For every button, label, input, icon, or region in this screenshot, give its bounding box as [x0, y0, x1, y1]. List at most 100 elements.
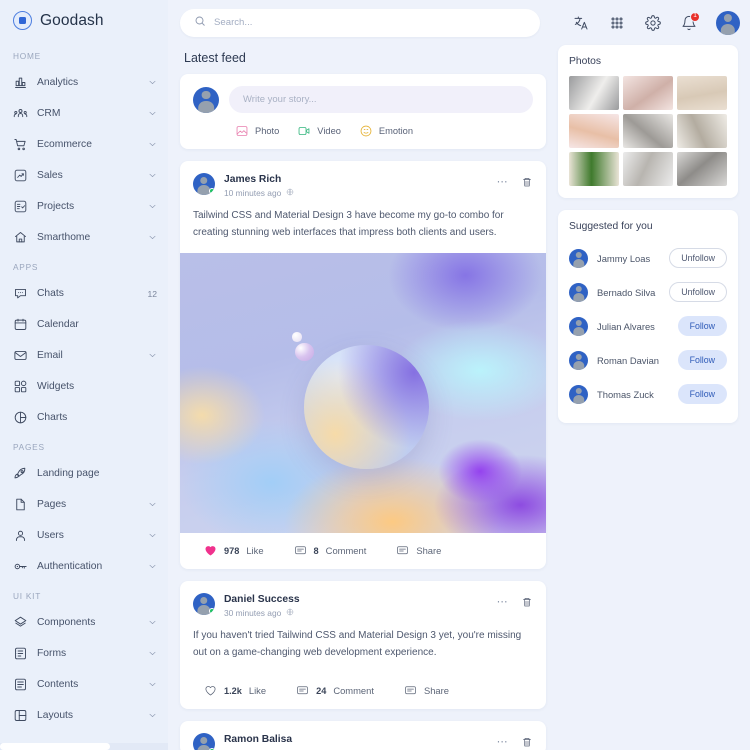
bell-icon[interactable]: 1 — [676, 10, 702, 36]
sidebar-item-widgets[interactable]: Widgets — [0, 371, 168, 402]
sidebar-item-crm[interactable]: CRM — [0, 98, 168, 129]
sidebar-item-contents[interactable]: Contents — [0, 669, 168, 700]
composer-action-video[interactable]: Video — [297, 124, 341, 138]
sidebar-item-email[interactable]: Email — [0, 340, 168, 371]
photos-title: Photos — [569, 56, 602, 67]
main-area: 1 Latest feed Photo Video Emotion James Ri… — [168, 0, 750, 750]
sidebar-scroll-area[interactable]: Goodash HOME Analytics CRM Ecommerce Sales Pr… — [0, 0, 168, 742]
chevron-down-icon[interactable] — [148, 649, 157, 658]
suggested-user-avatar[interactable] — [569, 248, 588, 268]
sidebar-item-layouts[interactable]: Layouts — [0, 700, 168, 731]
suggested-user-avatar[interactable] — [569, 316, 588, 336]
chevron-down-icon[interactable] — [148, 233, 157, 242]
post-more-button[interactable]: ⋯ — [497, 177, 509, 188]
trash-icon[interactable] — [521, 176, 533, 188]
avatar[interactable] — [716, 10, 740, 35]
apps-grid-icon[interactable] — [604, 10, 630, 36]
chevron-down-icon[interactable] — [148, 562, 157, 571]
sidebar-item-label: Ecommerce — [37, 139, 92, 150]
sidebar-item-authentication[interactable]: Authentication — [0, 551, 168, 582]
suggested-user-avatar[interactable] — [569, 282, 588, 302]
photo-thumbnail[interactable] — [623, 152, 673, 186]
unfollow-button[interactable]: Unfollow — [669, 282, 727, 302]
sidebar-item-calendar[interactable]: Calendar — [0, 309, 168, 340]
post-action-count: 8 — [313, 545, 319, 556]
trash-icon[interactable] — [521, 596, 533, 608]
post-author-avatar[interactable] — [193, 733, 215, 750]
chevron-down-icon[interactable] — [148, 500, 157, 509]
sidebar-item-charts[interactable]: Charts — [0, 402, 168, 433]
pie-chart-icon — [13, 410, 28, 425]
post-more-button[interactable]: ⋯ — [497, 737, 509, 748]
sidebar-item-label: Landing page — [37, 468, 100, 479]
post-timestamp: 30 minutes ago — [224, 608, 488, 618]
sidebar: Goodash HOME Analytics CRM Ecommerce Sales Pr… — [0, 0, 168, 750]
chevron-down-icon[interactable] — [148, 711, 157, 720]
sidebar-item-label: Widgets — [37, 381, 75, 392]
chevron-down-icon[interactable] — [148, 140, 157, 149]
search-box[interactable] — [180, 8, 540, 37]
post-author-name: Ramon Balisa — [224, 734, 293, 745]
chevron-down-icon[interactable] — [148, 202, 157, 211]
chevron-down-icon[interactable] — [148, 531, 157, 540]
chevron-down-icon[interactable] — [148, 680, 157, 689]
post-more-button[interactable]: ⋯ — [497, 597, 509, 608]
sidebar-item-smarthome[interactable]: Smarthome — [0, 222, 168, 253]
post-author-avatar[interactable] — [193, 593, 215, 615]
translate-icon[interactable] — [568, 10, 594, 36]
photo-thumbnail[interactable] — [569, 114, 619, 148]
post-action-like[interactable]: 978 Like — [204, 544, 264, 557]
sidebar-item-ecommerce[interactable]: Ecommerce — [0, 129, 168, 160]
chevron-down-icon[interactable] — [148, 171, 157, 180]
sidebar-item-users[interactable]: Users — [0, 520, 168, 551]
photo-thumbnail[interactable] — [677, 114, 727, 148]
trash-icon[interactable] — [521, 736, 533, 748]
chevron-down-icon[interactable] — [148, 78, 157, 87]
post-action-comment[interactable]: 24 Comment — [296, 684, 374, 697]
follow-button[interactable]: Follow — [677, 350, 727, 370]
post-card: Daniel Success 30 minutes ago ⋯ If you have… — [180, 581, 546, 709]
composer-action-emotion[interactable]: Emotion — [359, 124, 413, 138]
follow-button[interactable]: Follow — [677, 316, 727, 336]
composer-input-wrap[interactable] — [229, 86, 533, 113]
sidebar-item-pages[interactable]: Pages — [0, 489, 168, 520]
post-author-avatar[interactable] — [193, 173, 215, 195]
sidebar-item-sales[interactable]: Sales — [0, 160, 168, 191]
story-input[interactable] — [243, 94, 519, 105]
chevron-down-icon[interactable] — [148, 618, 157, 627]
post-media[interactable] — [180, 253, 546, 533]
post-action-like[interactable]: 1.2k Like — [204, 684, 266, 697]
gear-icon[interactable] — [640, 10, 666, 36]
sidebar-item-analytics[interactable]: Analytics — [0, 67, 168, 98]
suggested-user-name: Bernado Silva — [597, 286, 656, 298]
post-action-share[interactable]: Share — [404, 684, 449, 697]
sidebar-item-projects[interactable]: Projects — [0, 191, 168, 222]
composer-action-photo[interactable]: Photo — [235, 124, 279, 138]
trend-up-square-icon — [13, 168, 28, 183]
sidebar-item-forms[interactable]: Forms — [0, 638, 168, 669]
sidebar-item-landing-page[interactable]: Landing page — [0, 458, 168, 489]
form-list-icon — [13, 646, 28, 661]
post-author-name: Daniel Success — [224, 594, 300, 605]
brand-logo[interactable]: Goodash — [0, 0, 168, 42]
chevron-down-icon[interactable] — [148, 109, 157, 118]
sidebar-item-components[interactable]: Components — [0, 607, 168, 638]
sidebar-item-chats[interactable]: Chats 12 — [0, 278, 168, 309]
photo-thumbnail[interactable] — [623, 76, 673, 110]
follow-button[interactable]: Follow — [677, 384, 727, 404]
photo-thumbnail[interactable] — [677, 76, 727, 110]
chevron-down-icon[interactable] — [148, 351, 157, 360]
unfollow-button[interactable]: Unfollow — [669, 248, 727, 268]
video-icon — [297, 124, 311, 138]
suggested-user-avatar[interactable] — [569, 350, 588, 370]
photo-thumbnail[interactable] — [569, 152, 619, 186]
sidebar-horizontal-scrollbar[interactable] — [0, 743, 168, 750]
post-action-comment[interactable]: 8 Comment — [294, 544, 366, 557]
photo-thumbnail[interactable] — [623, 114, 673, 148]
media-sphere — [304, 345, 429, 469]
photo-thumbnail[interactable] — [569, 76, 619, 110]
search-input[interactable] — [214, 17, 526, 28]
photo-thumbnail[interactable] — [677, 152, 727, 186]
post-action-share[interactable]: Share — [396, 544, 441, 557]
suggested-user-avatar[interactable] — [569, 384, 588, 404]
